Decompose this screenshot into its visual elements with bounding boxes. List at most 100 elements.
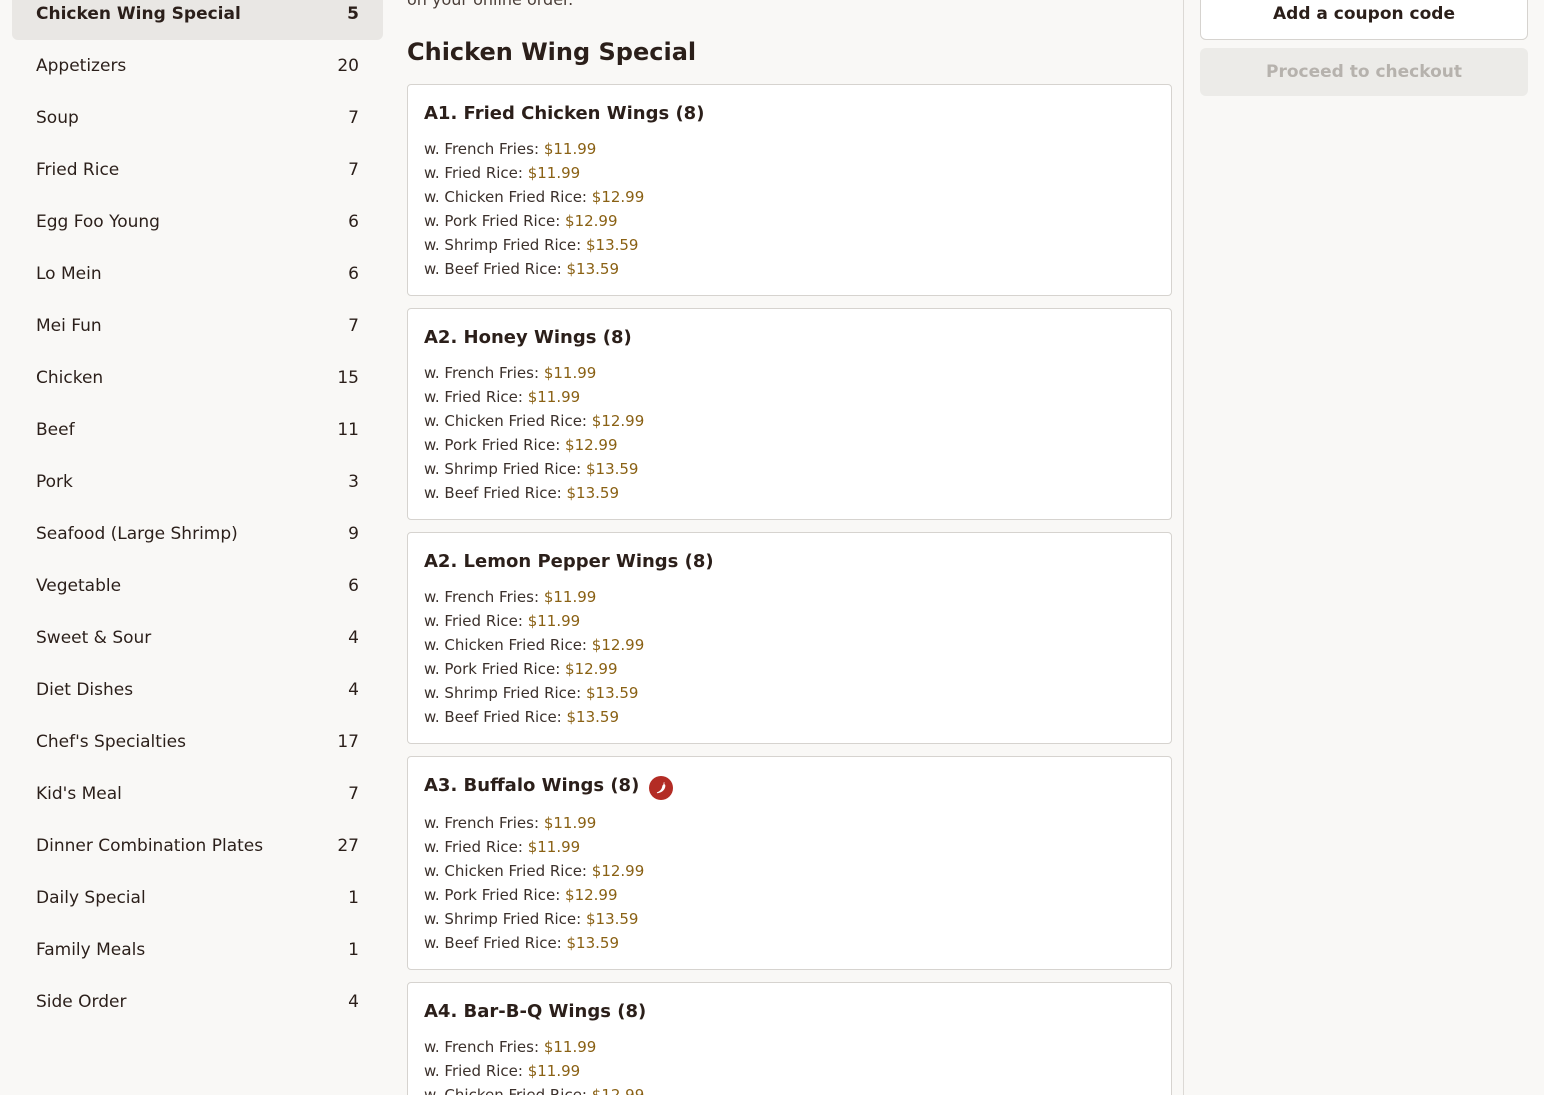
option-price: $11.99 <box>527 612 581 630</box>
sidebar-item-count: 4 <box>348 628 359 648</box>
sidebar-item-appetizers[interactable]: Appetizers 20 <box>12 40 383 92</box>
sidebar-item-count: 6 <box>348 264 359 284</box>
sidebar-item-label: Vegetable <box>36 576 122 596</box>
menu-item-card[interactable]: A3. Buffalo Wings (8) w. French Fries: $… <box>407 756 1172 970</box>
option-price: $12.99 <box>565 212 618 230</box>
price-option: w. French Fries: $11.99 <box>424 361 1155 385</box>
price-option: w. Beef Fried Rice: $13.59 <box>424 705 1155 729</box>
sidebar-item-seafood[interactable]: Seafood (Large Shrimp) 9 <box>12 508 383 560</box>
option-price: $11.99 <box>543 588 597 606</box>
option-label: w. Fried Rice: <box>424 838 523 856</box>
sidebar-item-fried-rice[interactable]: Fried Rice 7 <box>12 144 383 196</box>
sidebar-item-count: 6 <box>348 212 359 232</box>
sidebar-item-chicken[interactable]: Chicken 15 <box>12 352 383 404</box>
sidebar-item-dinner-combination-plates[interactable]: Dinner Combination Plates 27 <box>12 820 383 872</box>
option-price: $13.59 <box>585 684 639 702</box>
sidebar-item-count: 15 <box>337 368 359 388</box>
price-option: w. Fried Rice: $11.99 <box>424 609 1155 633</box>
price-option: w. Chicken Fried Rice: $12.99 <box>424 633 1155 657</box>
option-price: $12.99 <box>591 1086 645 1095</box>
option-label: w. Chicken Fried Rice: <box>424 636 587 654</box>
menu-item-card[interactable]: A4. Bar-B-Q Wings (8) w. French Fries: $… <box>407 982 1172 1095</box>
sidebar-item-soup[interactable]: Soup 7 <box>12 92 383 144</box>
option-price: $13.59 <box>585 910 639 928</box>
price-option: w. Beef Fried Rice: $13.59 <box>424 481 1155 505</box>
sidebar-item-egg-foo-young[interactable]: Egg Foo Young 6 <box>12 196 383 248</box>
option-label: w. Fried Rice: <box>424 164 523 182</box>
sidebar-item-label: Family Meals <box>36 940 146 960</box>
sidebar-item-label: Chef's Specialties <box>36 732 186 752</box>
sidebar-item-count: 11 <box>337 420 359 440</box>
price-option: w. Fried Rice: $11.99 <box>424 1059 1155 1083</box>
price-option: w. French Fries: $11.99 <box>424 1035 1155 1059</box>
price-option: w. Pork Fried Rice: $12.99 <box>424 883 1155 907</box>
option-price: $12.99 <box>565 886 618 904</box>
column-divider <box>1183 0 1184 1095</box>
sidebar-item-vegetable[interactable]: Vegetable 6 <box>12 560 383 612</box>
sidebar-item-family-meals[interactable]: Family Meals 1 <box>12 924 383 976</box>
sidebar-item-chicken-wing-special[interactable]: Chicken Wing Special 5 <box>12 0 383 40</box>
option-price: $11.99 <box>543 1038 597 1056</box>
option-label: w. Shrimp Fried Rice: <box>424 910 582 928</box>
price-options: w. French Fries: $11.99 w. Fried Rice: $… <box>424 811 1155 969</box>
option-label: w. Beef Fried Rice: <box>424 708 562 726</box>
menu-items-list: A1. Fried Chicken Wings (8) w. French Fr… <box>407 84 1172 1095</box>
sidebar-item-label: Daily Special <box>36 888 146 908</box>
sidebar-item-pork[interactable]: Pork 3 <box>12 456 383 508</box>
price-option: w. Shrimp Fried Rice: $13.59 <box>424 457 1155 481</box>
menu-item-title: A2. Honey Wings (8) <box>424 327 632 348</box>
sidebar-item-beef[interactable]: Beef 11 <box>12 404 383 456</box>
sidebar-item-sweet-sour[interactable]: Sweet & Sour 4 <box>12 612 383 664</box>
sidebar-item-mei-fun[interactable]: Mei Fun 7 <box>12 300 383 352</box>
price-options: w. French Fries: $11.99 w. Fried Rice: $… <box>424 585 1155 743</box>
option-label: w. Chicken Fried Rice: <box>424 412 587 430</box>
sidebar-item-side-order[interactable]: Side Order 4 <box>12 976 383 1028</box>
option-label: w. Fried Rice: <box>424 612 523 630</box>
menu-item-title-row: A3. Buffalo Wings (8) <box>424 773 1155 800</box>
option-label: w. Pork Fried Rice: <box>424 886 561 904</box>
price-option: w. French Fries: $11.99 <box>424 585 1155 609</box>
sidebar-item-label: Soup <box>36 108 79 128</box>
sidebar-item-count: 20 <box>337 56 359 76</box>
sidebar-item-label: Dinner Combination Plates <box>36 836 264 856</box>
sidebar-item-count: 9 <box>348 524 359 544</box>
sidebar-item-diet-dishes[interactable]: Diet Dishes 4 <box>12 664 383 716</box>
price-option: w. Chicken Fried Rice: $12.99 <box>424 1083 1155 1095</box>
price-options: w. French Fries: $11.99 w. Fried Rice: $… <box>424 1035 1155 1095</box>
price-option: w. Chicken Fried Rice: $12.99 <box>424 409 1155 433</box>
sidebar-item-count: 27 <box>337 836 359 856</box>
sidebar-item-label: Chicken Wing Special <box>36 4 241 24</box>
sidebar-item-count: 7 <box>348 160 359 180</box>
sidebar-item-kids-meal[interactable]: Kid's Meal 7 <box>12 768 383 820</box>
menu-item-card[interactable]: A2. Lemon Pepper Wings (8) w. French Fri… <box>407 532 1172 744</box>
price-option: w. Shrimp Fried Rice: $13.59 <box>424 907 1155 931</box>
menu-item-card[interactable]: A1. Fried Chicken Wings (8) w. French Fr… <box>407 84 1172 296</box>
sidebar-item-daily-special[interactable]: Daily Special 1 <box>12 872 383 924</box>
sidebar-item-lo-mein[interactable]: Lo Mein 6 <box>12 248 383 300</box>
option-label: w. French Fries: <box>424 814 540 832</box>
sidebar-item-count: 4 <box>348 680 359 700</box>
sidebar-item-count: 7 <box>348 784 359 804</box>
option-label: w. Shrimp Fried Rice: <box>424 460 582 478</box>
sidebar-item-count: 17 <box>337 732 359 752</box>
price-option: w. Beef Fried Rice: $13.59 <box>424 257 1155 281</box>
sidebar-item-count: 5 <box>347 4 359 24</box>
sidebar-item-count: 1 <box>348 940 359 960</box>
option-label: w. French Fries: <box>424 140 540 158</box>
sidebar-item-chefs-specialties[interactable]: Chef's Specialties 17 <box>12 716 383 768</box>
option-label: w. Chicken Fried Rice: <box>424 1086 587 1095</box>
price-options: w. French Fries: $11.99 w. Fried Rice: $… <box>424 137 1155 295</box>
option-label: w. Fried Rice: <box>424 388 523 406</box>
option-label: w. French Fries: <box>424 364 540 382</box>
online-order-notice: on your online order. <box>407 0 573 12</box>
option-price: $12.99 <box>565 436 618 454</box>
proceed-to-checkout-button[interactable]: Proceed to checkout <box>1200 48 1528 96</box>
sidebar-item-label: Side Order <box>36 992 127 1012</box>
option-price: $13.59 <box>585 236 639 254</box>
option-label: w. Pork Fried Rice: <box>424 212 561 230</box>
add-coupon-button[interactable]: Add a coupon code <box>1200 0 1528 40</box>
sidebar-item-count: 7 <box>348 108 359 128</box>
menu-item-card[interactable]: A2. Honey Wings (8) w. French Fries: $11… <box>407 308 1172 520</box>
option-label: w. Pork Fried Rice: <box>424 436 561 454</box>
sidebar-item-count: 4 <box>348 992 359 1012</box>
